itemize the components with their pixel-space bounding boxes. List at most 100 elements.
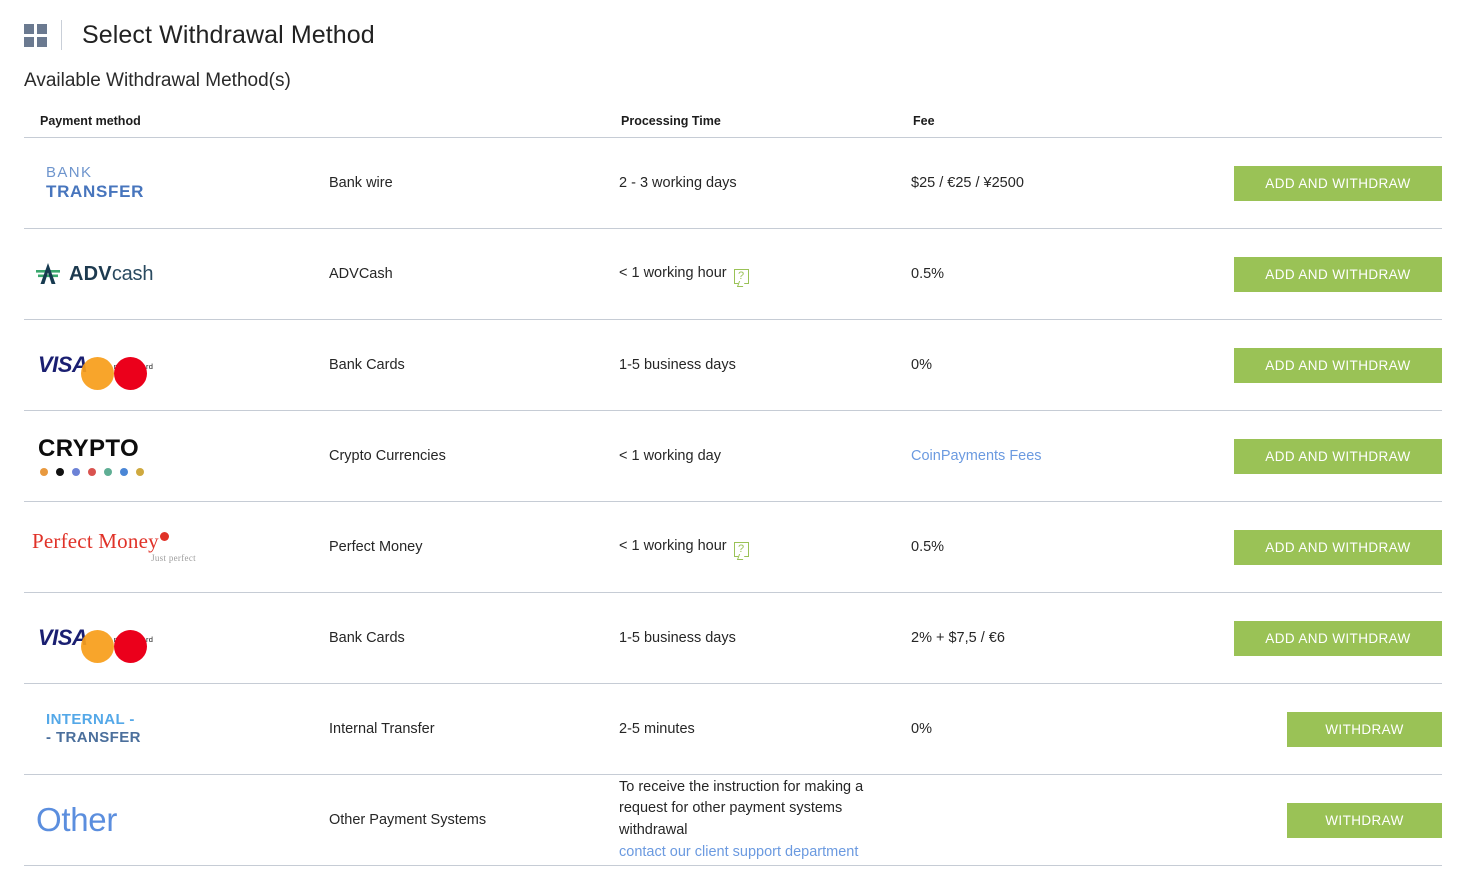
withdraw-button[interactable]: ADD AND WITHDRAW bbox=[1234, 165, 1442, 201]
logo-line-1: BANK bbox=[46, 164, 93, 182]
table-row: INTERNAL -- TRANSFER Internal Transfer 2-5… bbox=[24, 684, 1442, 775]
withdraw-button[interactable]: WITHDRAW bbox=[1287, 711, 1442, 747]
method-name-text: Other Payment Systems bbox=[329, 812, 487, 828]
cell-logo: ADVcash bbox=[24, 229, 329, 320]
withdrawal-methods-table-wrap: Payment method Processing Time Fee BANK T… bbox=[0, 114, 1466, 866]
logo-line-2: TRANSFER bbox=[46, 181, 145, 201]
column-header-payment-method: Payment method bbox=[24, 114, 329, 138]
cell-logo: INTERNAL -- TRANSFER bbox=[24, 684, 329, 775]
cell-logo: Other bbox=[24, 775, 329, 866]
column-header-action bbox=[1201, 114, 1442, 138]
table-row: CRYPTO Crypto Currencies < 1 working day Co… bbox=[24, 411, 1442, 502]
cell-action: ADD AND WITHDRAW bbox=[1201, 593, 1442, 684]
method-name-text: Crypto Currencies bbox=[329, 448, 446, 464]
support-link[interactable]: contact our client support department bbox=[619, 844, 858, 860]
logo-other: Other bbox=[36, 801, 118, 838]
cell-method-name: Other Payment Systems bbox=[329, 775, 619, 866]
cell-processing-time: 2 - 3 working days bbox=[619, 138, 911, 229]
advcash-mark-icon bbox=[36, 263, 60, 284]
cell-method-name: Bank Cards bbox=[329, 320, 619, 411]
cell-processing-time: < 1 working day bbox=[619, 411, 911, 502]
cell-action: ADD AND WITHDRAW bbox=[1201, 138, 1442, 229]
help-tooltip-icon[interactable]: ? bbox=[733, 541, 749, 557]
table-head: Payment method Processing Time Fee bbox=[24, 114, 1442, 138]
column-header-spacer bbox=[329, 114, 619, 138]
page-header: Select Withdrawal Method bbox=[0, 0, 1466, 56]
perfect-money-wordmark: Perfect Money bbox=[32, 529, 159, 553]
processing-time-text: To receive the instruction for making a … bbox=[619, 778, 864, 860]
crypto-dot bbox=[104, 467, 112, 476]
logo-advcash: ADVcash bbox=[24, 262, 329, 286]
cell-action: ADD AND WITHDRAW bbox=[1201, 502, 1442, 593]
logo-bank-cards: VISAmastercard bbox=[24, 625, 329, 663]
withdraw-button[interactable]: ADD AND WITHDRAW bbox=[1234, 347, 1442, 383]
processing-time-text: < 1 working hour bbox=[619, 264, 727, 281]
cell-fee: 0.5% bbox=[911, 502, 1201, 593]
method-name-text: Internal Transfer bbox=[329, 721, 435, 737]
cell-fee: 0% bbox=[911, 684, 1201, 775]
withdraw-button[interactable]: ADD AND WITHDRAW bbox=[1234, 620, 1442, 656]
help-tooltip-icon[interactable]: ? bbox=[733, 268, 749, 284]
table-header-row: Payment method Processing Time Fee bbox=[24, 114, 1442, 138]
cell-fee: $25 / €25 / ¥2500 bbox=[911, 138, 1201, 229]
cell-logo: VISAmastercard bbox=[24, 593, 329, 684]
cell-action: WITHDRAW bbox=[1201, 775, 1442, 866]
processing-time-text: 2-5 minutes bbox=[619, 721, 695, 737]
table-body: BANK TRANSFER Bank wire 2 - 3 working days $… bbox=[24, 138, 1442, 866]
table-row: Perfect Money Just perfect Perfect Money < … bbox=[24, 502, 1442, 593]
visa-logo: VISA bbox=[38, 352, 88, 377]
cell-method-name: ADVCash bbox=[329, 229, 619, 320]
perfect-money-tagline: Just perfect bbox=[151, 553, 196, 563]
grid-square bbox=[37, 36, 47, 47]
fee-text: $25 / €25 / ¥2500 bbox=[911, 175, 1024, 191]
crypto-dot bbox=[88, 467, 96, 476]
cell-processing-time: 1-5 business days bbox=[619, 320, 911, 411]
cell-action: WITHDRAW bbox=[1201, 684, 1442, 775]
grid-menu-icon[interactable] bbox=[24, 23, 47, 47]
section-heading: Available Withdrawal Method(s) bbox=[24, 70, 291, 91]
cell-processing-time: 1-5 business days bbox=[619, 593, 911, 684]
fee-text: 0% bbox=[911, 357, 932, 373]
cell-processing-time: < 1 working hour? bbox=[619, 229, 911, 320]
withdraw-button[interactable]: ADD AND WITHDRAW bbox=[1234, 438, 1442, 474]
fee-text: 0% bbox=[911, 721, 932, 737]
cell-fee bbox=[911, 775, 1201, 866]
method-name-text: Bank wire bbox=[329, 175, 393, 191]
method-name-text: Perfect Money bbox=[329, 539, 423, 555]
table-row: VISAmastercardBank Cards1-5 business day… bbox=[24, 320, 1442, 411]
fee-link[interactable]: CoinPayments Fees bbox=[911, 448, 1042, 464]
logo-perfect-money: Perfect Money Just perfect bbox=[24, 531, 329, 563]
cell-action: ADD AND WITHDRAW bbox=[1201, 411, 1442, 502]
header-divider bbox=[61, 20, 62, 50]
processing-time-text: 1-5 business days bbox=[619, 357, 736, 373]
grid-square bbox=[37, 23, 47, 34]
fee-text: 2% + $7,5 / €6 bbox=[911, 630, 1005, 646]
processing-time-text: < 1 working day bbox=[619, 448, 721, 464]
cell-logo: Perfect Money Just perfect bbox=[24, 502, 329, 593]
crypto-dot bbox=[120, 467, 128, 476]
table-row: BANK TRANSFER Bank wire 2 - 3 working days $… bbox=[24, 138, 1442, 229]
crypto-dots-icon bbox=[38, 467, 329, 476]
processing-time-text: 2 - 3 working days bbox=[619, 175, 737, 191]
perfect-money-dot-icon bbox=[159, 532, 169, 541]
crypto-dot bbox=[56, 467, 64, 476]
mastercard-logo: mastercard bbox=[80, 630, 159, 663]
withdraw-button[interactable]: ADD AND WITHDRAW bbox=[1234, 529, 1442, 565]
table-row: VISAmastercardBank Cards1-5 business day… bbox=[24, 593, 1442, 684]
cell-method-name: Bank Cards bbox=[329, 593, 619, 684]
logo-line-2: - TRANSFER bbox=[46, 729, 141, 746]
withdraw-button[interactable]: ADD AND WITHDRAW bbox=[1234, 256, 1442, 292]
cell-action: ADD AND WITHDRAW bbox=[1201, 320, 1442, 411]
page-title: Select Withdrawal Method bbox=[82, 20, 375, 49]
crypto-dot bbox=[136, 467, 144, 476]
table-row: ADVcash ADVCash < 1 working hour? 0.5% ADD A… bbox=[24, 229, 1442, 320]
grid-square bbox=[24, 23, 34, 34]
logo-internal-transfer: INTERNAL -- TRANSFER bbox=[24, 711, 329, 747]
table-row: Other Other Payment Systems To receive the… bbox=[24, 775, 1442, 866]
fee-text: 0.5% bbox=[911, 266, 945, 282]
cell-method-name: Crypto Currencies bbox=[329, 411, 619, 502]
cell-fee: 2% + $7,5 / €6 bbox=[911, 593, 1201, 684]
withdraw-button[interactable]: WITHDRAW bbox=[1287, 802, 1442, 838]
fee-text: 0.5% bbox=[911, 539, 945, 555]
grid-square bbox=[24, 36, 34, 47]
